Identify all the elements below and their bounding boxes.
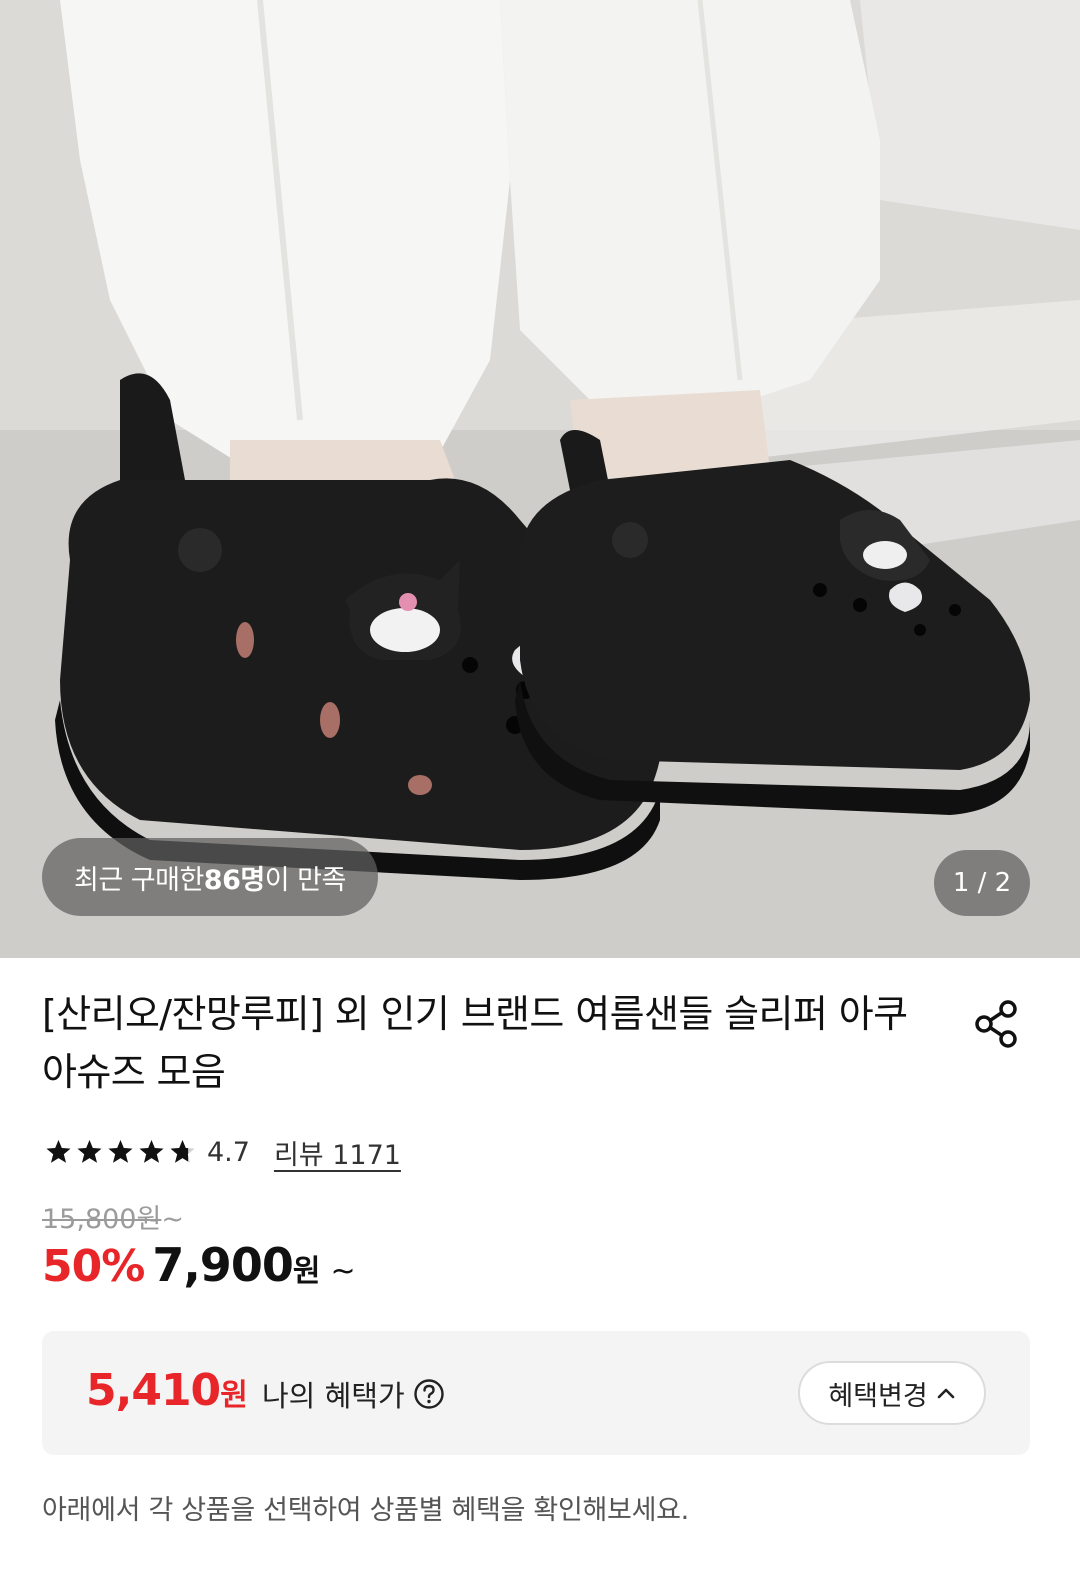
badge-prefix: 최근 구매한 xyxy=(74,864,204,896)
sale-price: 7,900 xyxy=(152,1238,294,1292)
my-benefit-price: 5,410 원 xyxy=(86,1365,248,1416)
help-circle-icon xyxy=(413,1379,444,1409)
rating-stars xyxy=(44,1138,197,1166)
review-count-link[interactable]: 리뷰 1171 xyxy=(274,1133,401,1172)
rating-row: 4.7 리뷰 1171 xyxy=(44,1130,401,1174)
benefit-label: 나의 혜택가 xyxy=(262,1379,405,1413)
sale-price-tilde: ~ xyxy=(330,1254,356,1289)
star-icon xyxy=(108,1140,133,1163)
benefit-box: 5,410 원 나의 혜택가 혜택변경 xyxy=(42,1331,1030,1455)
benefit-price-value: 5,410 xyxy=(86,1365,221,1416)
page-indicator: 1 / 2 xyxy=(934,850,1030,916)
product-image-carousel[interactable]: 최근 구매한 86명 이 만족 1 / 2 xyxy=(0,0,1080,958)
star-icon xyxy=(77,1140,102,1163)
sale-price-row: 50% 7,900 원 ~ xyxy=(42,1238,356,1304)
chevron-up-icon xyxy=(937,1388,954,1399)
share-icon xyxy=(975,1000,1017,1048)
star-icon xyxy=(46,1140,71,1163)
badge-count: 86명 xyxy=(203,864,265,896)
product-title: [산리오/잔망루피] 외 인기 브랜드 여름샌들 슬리퍼 아쿠아슈즈 모음 xyxy=(42,992,908,1094)
change-benefit-label: 혜택변경 xyxy=(828,1380,928,1412)
star-icon xyxy=(139,1140,164,1163)
product-photo xyxy=(0,0,1080,958)
benefit-hint-text: 아래에서 각 상품을 선택하여 상품별 혜택을 확인해보세요. xyxy=(42,1495,689,1526)
badge-suffix: 이 만족 xyxy=(264,864,347,896)
benefit-label-group: 나의 혜택가 xyxy=(262,1373,445,1415)
rating-value: 4.7 xyxy=(207,1136,250,1168)
original-price: 15,800원~ xyxy=(42,1197,184,1236)
discount-rate: 50% xyxy=(42,1241,145,1292)
recent-satisfaction-badge: 최근 구매한 86명 이 만족 xyxy=(42,838,378,916)
benefit-help-button[interactable] xyxy=(413,1378,445,1410)
original-price-tilde: ~ xyxy=(161,1204,184,1235)
share-button[interactable] xyxy=(970,996,1026,1052)
sale-price-unit: 원 xyxy=(292,1254,321,1289)
star-icon xyxy=(170,1140,195,1163)
change-benefit-button[interactable]: 혜택변경 xyxy=(798,1361,986,1425)
original-price-value: 15,800원 xyxy=(42,1204,162,1235)
benefit-price-unit: 원 xyxy=(220,1378,248,1413)
